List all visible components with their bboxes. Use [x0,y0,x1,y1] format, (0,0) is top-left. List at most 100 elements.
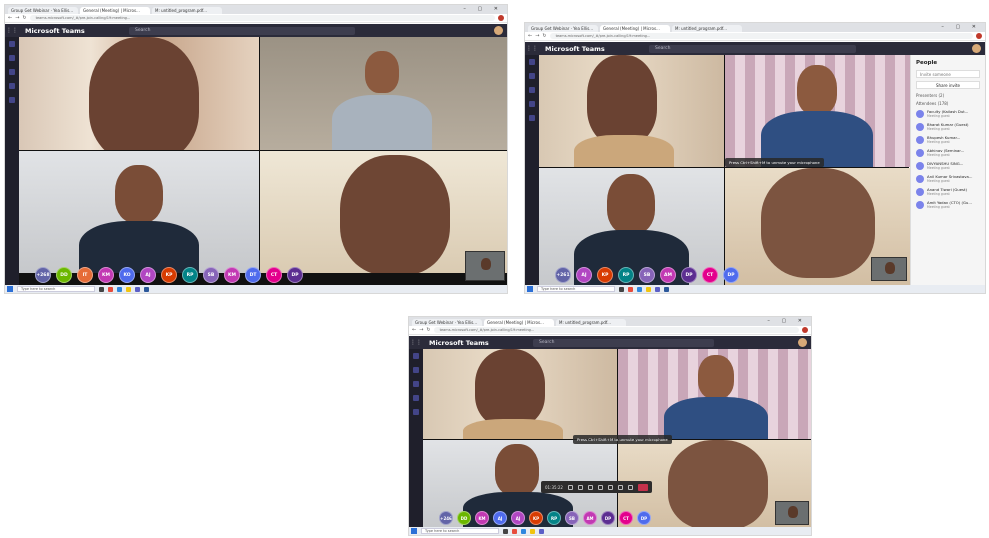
participant-avatar[interactable]: RP [547,511,561,525]
teams-icon[interactable] [9,69,15,75]
user-avatar[interactable] [494,26,503,35]
user-avatar[interactable] [972,44,981,53]
participant-avatar[interactable]: DT [245,267,261,283]
participant-avatar[interactable]: IT [77,267,93,283]
teams-icon[interactable] [655,286,660,292]
files-icon[interactable] [9,97,15,103]
window-controls[interactable]: – ▢ ✕ [941,24,981,30]
browser-tab[interactable]: M: untitled_program.pdf... [152,7,222,14]
chrome-icon[interactable] [512,528,517,534]
participant-avatar[interactable]: +246 [439,511,453,525]
browser-tab[interactable]: M: untitled_program.pdf... [556,319,626,326]
self-view[interactable] [775,501,809,525]
edge-icon[interactable] [521,528,526,534]
profile-avatar[interactable] [498,15,504,21]
participant-avatar[interactable]: SB [203,267,219,283]
taskbar-search[interactable]: Type here to search [17,286,95,292]
raise-hand-icon[interactable] [607,484,613,490]
participants-icon[interactable] [627,484,633,490]
window-controls[interactable]: – ▢ ✕ [767,318,807,324]
participant-avatar[interactable]: RP [182,267,198,283]
invite-input[interactable]: Invite someone [916,70,980,78]
participant-avatar[interactable]: SB [565,511,579,525]
activity-icon[interactable] [529,59,535,65]
participant-avatar[interactable]: +261 [555,267,571,283]
profile-avatar[interactable] [802,327,808,333]
video-tile[interactable] [539,55,724,167]
app-launcher-icon[interactable]: ⋮⋮ [409,339,423,346]
app-launcher-icon[interactable]: ⋮⋮ [5,27,19,34]
participant-avatar[interactable]: AJ [511,511,525,525]
search-input[interactable]: Search [533,338,714,347]
chrome-icon[interactable] [628,286,633,292]
windows-start-icon[interactable] [527,286,533,292]
participant-avatar[interactable]: CT [619,511,633,525]
participant-avatar[interactable]: KP [597,267,613,283]
participant-avatar[interactable]: +268 [35,267,51,283]
teams-icon[interactable] [529,87,535,93]
teams-icon[interactable] [413,381,419,387]
attendee-row[interactable]: Abhinav (Seminar... Meeting guest [916,148,980,157]
participant-avatar[interactable]: KM [475,511,489,525]
window-controls[interactable]: – ▢ ✕ [463,6,503,12]
reload-icon[interactable]: ↻ [542,33,546,39]
share-invite-button[interactable]: Share invite [916,81,980,89]
files-icon[interactable] [413,409,419,415]
word-icon[interactable] [144,286,149,292]
browser-tab[interactable]: Group Get Webinar · Yea Ellis... [8,7,78,14]
participant-avatar[interactable]: DP [723,267,739,283]
participant-avatar[interactable]: KO [119,267,135,283]
participant-avatar[interactable]: AJ [493,511,507,525]
url-input[interactable]: teams.microsoft.com/_#/pre-join-calling/… [549,33,973,39]
back-icon[interactable]: ← [412,327,416,333]
folder-icon[interactable] [126,286,131,292]
browser-tab[interactable]: M: untitled_program.pdf... [672,25,742,32]
participant-avatar[interactable]: SB [639,267,655,283]
back-icon[interactable]: ← [528,33,532,39]
windows-start-icon[interactable] [7,286,13,292]
attendee-row[interactable]: Anil Kumar Srivastava... Meeting guest [916,174,980,183]
chat-icon[interactable] [413,367,419,373]
files-icon[interactable] [529,115,535,121]
chat-icon[interactable] [9,55,15,61]
attendee-row[interactable]: Bhupesh Kumar... Meeting guest [916,135,980,144]
participant-avatar[interactable]: DP [681,267,697,283]
attendee-row[interactable]: Anand Tiwari (Guest) Meeting guest [916,187,980,196]
back-icon[interactable]: ← [8,15,12,21]
folder-icon[interactable] [646,286,651,292]
video-tile[interactable] [618,349,811,439]
app-icon[interactable] [619,286,624,292]
microphone-icon[interactable] [577,484,583,490]
participant-avatar[interactable]: KM [224,267,240,283]
attendee-row[interactable]: Faculty (Kailash Dut... Meeting guest [916,109,980,118]
calendar-icon[interactable] [529,101,535,107]
app-icon[interactable] [503,528,508,534]
teams-icon[interactable] [135,286,140,292]
video-tile[interactable] [725,55,911,167]
chat-icon[interactable] [617,484,623,490]
participant-avatar[interactable]: AJ [140,267,156,283]
video-tile[interactable] [19,151,259,273]
participant-avatar[interactable]: DP [637,511,651,525]
participant-avatar[interactable]: DD [457,511,471,525]
leave-call-button[interactable] [637,483,648,491]
more-options-icon[interactable] [597,484,603,490]
search-input[interactable]: Search [129,26,355,35]
video-tile[interactable] [260,37,507,150]
participant-avatar[interactable]: DP [601,511,615,525]
participant-avatar[interactable]: CT [266,267,282,283]
participant-avatar[interactable]: DD [56,267,72,283]
browser-tab[interactable]: General (Meeting) | Micros... [600,25,670,32]
attendees-section-label[interactable]: Attendees (178) [916,101,980,106]
share-icon[interactable] [587,484,593,490]
profile-avatar[interactable] [976,33,982,39]
reload-icon[interactable]: ↻ [22,15,26,21]
teams-icon[interactable] [539,528,544,534]
edge-icon[interactable] [117,286,122,292]
browser-tab[interactable]: General (Meeting) | Micros... [80,7,150,14]
url-input[interactable]: teams.microsoft.com/_#/pre-join-calling/… [29,15,495,21]
participant-avatar[interactable]: RP [618,267,634,283]
user-avatar[interactable] [798,338,807,347]
calendar-icon[interactable] [9,83,15,89]
attendee-row[interactable]: Amit Yadav (CTO) (Gu... Meeting guest [916,200,980,209]
